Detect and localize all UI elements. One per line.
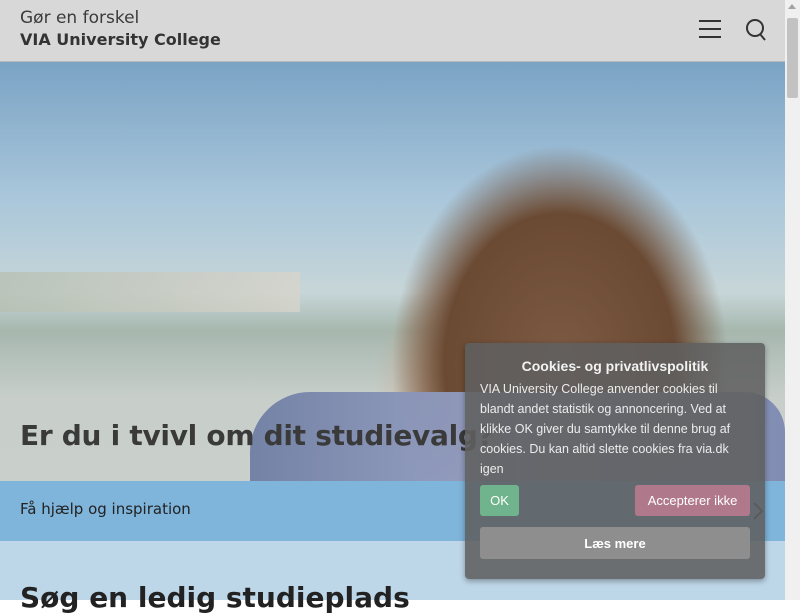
read-more-button[interactable]: Læs mere xyxy=(480,527,750,559)
scrollbar-thumb[interactable] xyxy=(787,18,798,98)
hero-title: Er du i tvivl om dit studievalg? xyxy=(20,419,494,452)
hero-background-shore xyxy=(0,272,300,312)
site-tagline: Gør en forskel xyxy=(20,8,140,28)
section-title: Søg en ledig studieplads xyxy=(20,581,410,614)
help-inspiration-label: Få hjælp og inspiration xyxy=(20,500,191,518)
reject-cookies-button[interactable]: Accepterer ikke xyxy=(635,485,750,516)
scroll-up-arrow-icon[interactable] xyxy=(788,4,796,9)
cookie-consent-dialog: Cookies- og privatlivspolitik VIA Univer… xyxy=(465,343,765,579)
cookie-dialog-text: VIA University College anvender cookies … xyxy=(480,382,731,476)
ok-button[interactable]: OK xyxy=(480,485,519,516)
page-scrollbar[interactable] xyxy=(785,0,800,600)
cookie-dialog-title: Cookies- og privatlivspolitik xyxy=(521,358,709,374)
site-header: Gør en forskel VIA University College xyxy=(0,0,785,62)
search-icon[interactable] xyxy=(742,16,772,46)
site-logo-text[interactable]: VIA University College xyxy=(20,30,221,49)
hamburger-menu-icon[interactable] xyxy=(696,16,726,42)
